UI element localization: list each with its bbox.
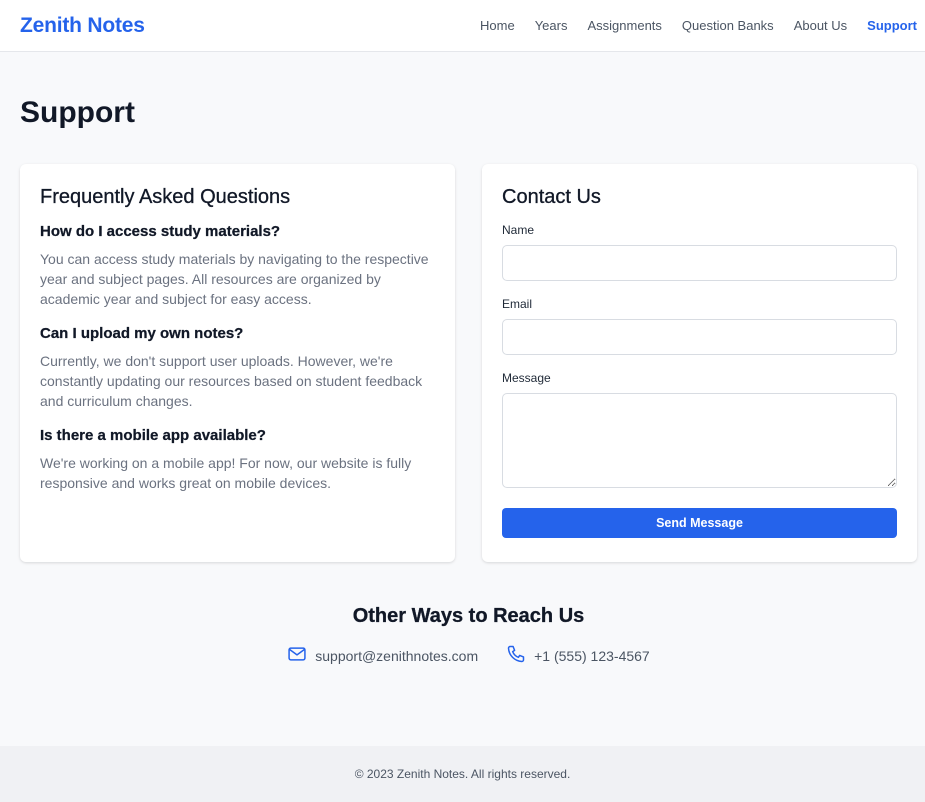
name-field[interactable] <box>502 245 897 281</box>
send-message-button[interactable]: Send Message <box>502 508 897 538</box>
faq-question: How do I access study materials? <box>40 223 281 240</box>
support-phone[interactable]: +1 (555) 123-4567 <box>534 648 650 664</box>
page-title: Support <box>20 96 135 129</box>
message-field[interactable] <box>502 393 897 488</box>
copyright-text: © 2023 Zenith Notes. All rights reserved… <box>354 767 571 781</box>
faq-answer: We're working on a mobile app! For now, … <box>40 455 412 491</box>
faq-item: How do I access study materials? You can… <box>40 223 435 309</box>
nav-support[interactable]: Support <box>867 18 917 33</box>
phone-icon <box>506 644 534 667</box>
nav-question-banks[interactable]: Question Banks <box>682 18 774 33</box>
faq-answer: You can access study materials by naviga… <box>40 251 429 307</box>
faq-card: Frequently Asked Questions How do I acce… <box>20 164 455 562</box>
nav-home[interactable]: Home <box>480 18 515 33</box>
contact-methods: support@zenithnotes.com +1 (555) 123-456… <box>0 644 925 667</box>
contact-title: Contact Us <box>502 186 601 208</box>
nav-assignments[interactable]: Assignments <box>587 18 661 33</box>
faq-question: Can I upload my own notes? <box>40 325 244 342</box>
site-footer: © 2023 Zenith Notes. All rights reserved… <box>0 746 925 802</box>
email-contact[interactable]: support@zenithnotes.com <box>287 644 478 667</box>
faq-item: Is there a mobile app available? We're w… <box>40 427 435 493</box>
contact-card: Contact Us Name Email Message Send Messa… <box>482 164 917 562</box>
email-label: Email <box>502 297 533 311</box>
faq-question: Is there a mobile app available? <box>40 427 266 444</box>
brand-logo[interactable]: Zenith Notes <box>20 14 145 38</box>
message-label: Message <box>502 371 551 385</box>
main-nav: Home Years Assignments Question Banks Ab… <box>460 18 917 33</box>
name-label: Name <box>502 223 535 237</box>
nav-about-us[interactable]: About Us <box>794 18 847 33</box>
mail-icon <box>287 644 315 667</box>
site-header: Zenith Notes Home Years Assignments Ques… <box>0 0 925 52</box>
faq-title: Frequently Asked Questions <box>40 186 291 208</box>
support-email[interactable]: support@zenithnotes.com <box>315 648 478 664</box>
phone-contact[interactable]: +1 (555) 123-4567 <box>506 644 650 667</box>
faq-item: Can I upload my own notes? Currently, we… <box>40 325 435 411</box>
faq-answer: Currently, we don't support user uploads… <box>40 353 423 409</box>
email-field[interactable] <box>502 319 897 355</box>
other-ways-title: Other Ways to Reach Us <box>352 605 585 627</box>
nav-years[interactable]: Years <box>535 18 568 33</box>
